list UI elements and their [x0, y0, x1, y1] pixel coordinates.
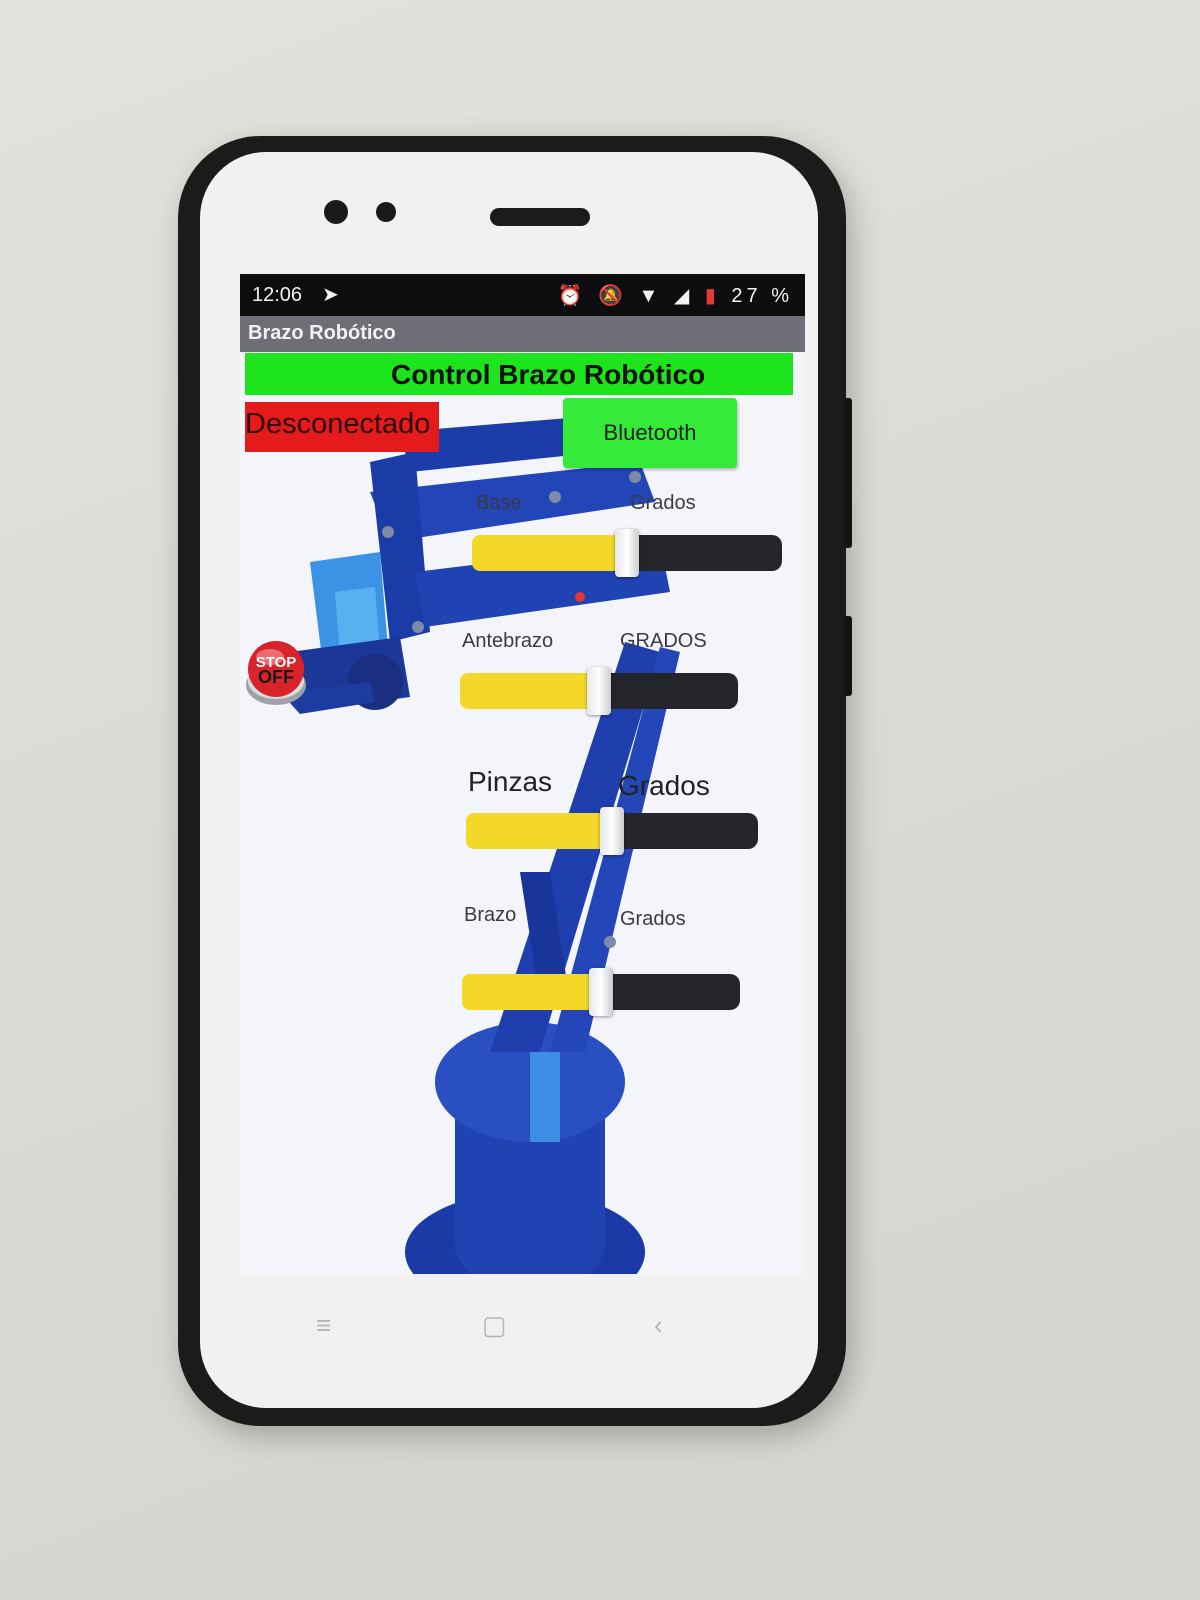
- page-title-bar: Control Brazo Robótico: [245, 353, 793, 395]
- app-screen: 12:06 ➤ ⏰ 🔕 ▼ ◢ ▮ 27 % Brazo Robótico Co…: [240, 274, 805, 1274]
- menu-icon[interactable]: ≡: [316, 1310, 331, 1341]
- volume-button: [844, 398, 852, 548]
- stop-button[interactable]: STOP OFF: [244, 637, 308, 711]
- app-title: Brazo Robótico: [248, 322, 396, 344]
- slider-fill: [472, 535, 627, 571]
- sensor-icon: [376, 202, 396, 222]
- battery-icon: ▮: [704, 285, 720, 307]
- wifi-icon: ▼: [638, 285, 663, 307]
- battery-percent: 27 %: [731, 285, 793, 307]
- slider-fill: [460, 673, 599, 709]
- gripper-slider[interactable]: [466, 807, 758, 855]
- back-icon[interactable]: ‹: [654, 1310, 663, 1341]
- connection-status-label: Desconectado: [245, 408, 431, 440]
- page-title: Control Brazo Robótico: [391, 359, 706, 390]
- forearm-label: Antebrazo: [462, 630, 554, 652]
- status-bar: 12:06 ➤ ⏰ 🔕 ▼ ◢ ▮ 27 %: [240, 274, 805, 316]
- arm-slider[interactable]: [462, 968, 740, 1016]
- gripper-degrees-label: Grados: [618, 770, 710, 801]
- slider-fill: [462, 974, 601, 1010]
- slider-thumb[interactable]: [600, 807, 624, 855]
- gripper-label: Pinzas: [468, 766, 553, 797]
- slider-track: [601, 974, 740, 1010]
- power-button: [844, 616, 852, 696]
- clock: 12:06: [252, 284, 303, 306]
- signal-icon: ◢: [673, 285, 694, 307]
- stop-icon: STOP OFF: [246, 641, 306, 705]
- base-slider[interactable]: [472, 529, 782, 577]
- main-content: Control Brazo Robótico Desconectado Blue…: [240, 352, 805, 1274]
- status-icons: ⏰ 🔕 ▼ ◢ ▮ 27 %: [556, 283, 793, 308]
- base-label: Base: [476, 492, 522, 514]
- connection-status: Desconectado: [245, 402, 439, 452]
- slider-thumb[interactable]: [587, 667, 611, 715]
- slider-track: [612, 813, 758, 849]
- bluetooth-button[interactable]: Bluetooth: [563, 398, 737, 468]
- slider-fill: [466, 813, 612, 849]
- forearm-degrees-label: GRADOS: [620, 630, 707, 652]
- hardware-nav-bar: ≡ ▢ ‹: [250, 1300, 770, 1360]
- slider-track: [599, 673, 738, 709]
- arm-label: Brazo: [464, 904, 517, 926]
- alarm-icon: ⏰: [557, 285, 587, 307]
- slider-thumb[interactable]: [615, 529, 639, 577]
- home-icon[interactable]: ▢: [482, 1310, 507, 1341]
- forearm-slider[interactable]: [460, 667, 738, 715]
- off-label: OFF: [258, 667, 294, 687]
- arm-degrees-label: Grados: [620, 908, 686, 930]
- slider-track: [627, 535, 782, 571]
- slider-thumb[interactable]: [589, 968, 613, 1016]
- base-degrees-label: Grados: [630, 492, 696, 514]
- telegram-icon: ➤: [322, 284, 339, 306]
- mute-icon: 🔕: [598, 285, 627, 307]
- front-camera-icon: [324, 200, 348, 224]
- app-bar: Brazo Robótico: [240, 316, 805, 352]
- earpiece-speaker: [490, 208, 590, 226]
